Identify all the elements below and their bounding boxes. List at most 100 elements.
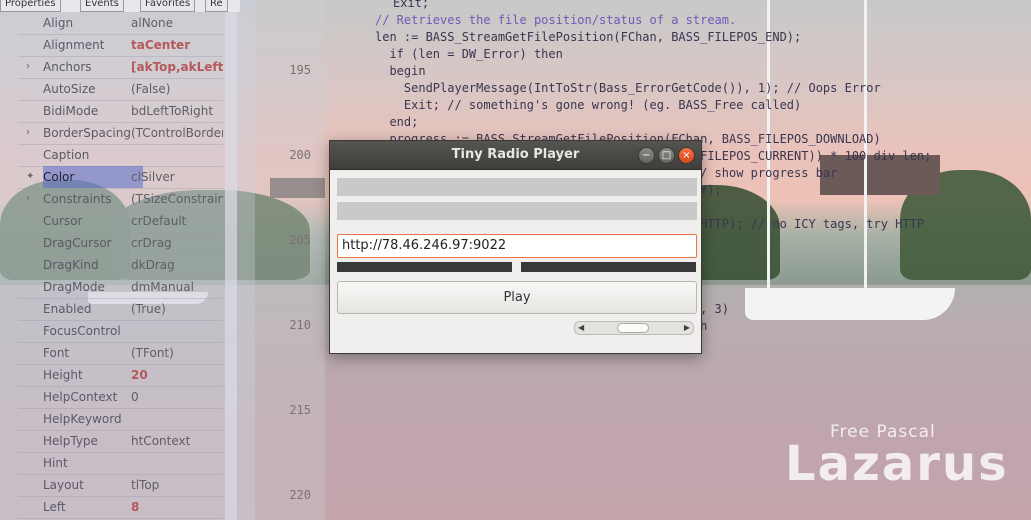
maximize-button[interactable]: □ [658,147,675,164]
property-row[interactable]: HelpContext 0 [18,386,223,409]
inspector-scrollbar[interactable] [225,12,237,520]
property-row[interactable]: Height 20 [18,364,223,387]
scroll-thumb[interactable] [617,323,649,333]
status-bar-left [337,262,512,272]
property-name: HelpContext [43,390,118,404]
stream-url-input[interactable]: http://78.46.246.97:9022 [337,234,697,258]
property-value[interactable]: (True) [131,298,223,320]
scroll-left-icon[interactable]: ◀ [578,322,584,334]
property-row[interactable]: Left 8 [18,496,223,519]
property-name: BidiMode [43,104,99,118]
expand-icon[interactable]: › [26,188,30,210]
tab-restricted[interactable]: Re [205,0,228,12]
property-name: HelpType [43,434,98,448]
maximize-icon: □ [661,150,672,161]
scroll-right-icon[interactable]: ▶ [684,322,690,334]
lazarus-logo-text: Lazarus [785,436,1009,492]
code-line: // Retrieves the file position/status of… [375,13,737,27]
tab-favorites[interactable]: Favorites [140,0,196,12]
property-name: Align [43,16,74,30]
code-line: SendPlayerMessage(IntToStr(Bass_ErrorGet… [375,81,881,95]
line-number: 215 [289,403,311,417]
property-row[interactable]: Align alNone [18,12,223,35]
close-button[interactable]: × [678,147,695,164]
property-value[interactable]: (TControlBorder [131,122,223,144]
volume-scrollbar[interactable]: ◀ ▶ [574,321,694,335]
property-value[interactable]: dmManual [131,276,223,298]
property-row[interactable]: Font (TFont) [18,342,223,365]
inspector-tabs: Properties Events Favorites Re [0,0,240,12]
property-value[interactable]: alNone [131,12,223,34]
line-number: 205 [289,233,311,247]
property-value[interactable]: 8 [131,496,223,518]
code-line: Exit; // something's gone wrong! (eg. BA… [375,98,802,112]
tab-events[interactable]: Events [80,0,124,12]
property-name: DragKind [43,258,99,272]
code-line: Exit; [393,0,430,10]
property-value[interactable]: (TSizeConstraint [131,188,223,210]
property-row[interactable]: DragKind dkDrag [18,254,223,277]
minimize-button[interactable]: − [638,147,655,164]
station-name-label [337,178,697,196]
property-value[interactable]: (TFont) [131,342,223,364]
property-row[interactable]: ✦ Color clSilver [18,166,223,189]
line-number: 220 [289,488,311,502]
window-titlebar[interactable]: Tiny Radio Player − □ × [330,141,701,170]
property-value[interactable]: [akTop,akLeft,al [131,56,223,78]
expand-icon[interactable]: › [26,56,30,78]
property-name: BorderSpacing [43,126,131,140]
property-row[interactable]: DragMode dmManual [18,276,223,299]
property-row[interactable]: AutoSize (False) [18,78,223,101]
property-name: FocusControl [43,324,121,338]
property-name: Enabled [43,302,92,316]
property-name: Anchors [43,60,92,74]
property-value[interactable]: 0 [131,386,223,408]
property-value[interactable]: dkDrag [131,254,223,276]
line-number: 200 [289,148,311,162]
property-value[interactable]: bdLeftToRight [131,100,223,122]
property-value[interactable]: 20 [131,364,223,386]
property-row[interactable]: › BorderSpacing (TControlBorder [18,122,223,145]
play-button[interactable]: Play [337,281,697,314]
property-value[interactable]: tlTop [131,474,223,496]
property-row[interactable]: Cursor crDefault [18,210,223,233]
property-name: DragCursor [43,236,112,250]
property-value[interactable]: clSilver [131,166,223,188]
property-row[interactable]: DragCursor crDrag [18,232,223,255]
property-row[interactable]: HelpType htContext [18,430,223,453]
line-number-gutter: 195 200 205 210 215 220 [255,0,325,520]
code-line: if (len = DW_Error) then [375,47,563,61]
property-row[interactable]: HelpKeyword [18,408,223,431]
property-name: Left [43,500,66,514]
tab-properties[interactable]: Properties [0,0,61,12]
property-name: Font [43,346,70,360]
property-row[interactable]: Enabled (True) [18,298,223,321]
property-name: Caption [43,148,90,162]
expand-icon[interactable]: ✦ [26,166,34,188]
property-row[interactable]: Caption [18,144,223,167]
property-name: Constraints [43,192,112,206]
property-row[interactable]: Layout tlTop [18,474,223,497]
property-row[interactable]: FocusControl [18,320,223,343]
property-value[interactable]: crDefault [131,210,223,232]
property-name: Alignment [43,38,105,52]
code-line: begin [375,64,426,78]
status-bar-right [521,262,696,272]
radio-player-window: Tiny Radio Player − □ × http://78.46.246… [329,140,702,354]
property-row[interactable]: Hint [18,452,223,475]
property-value[interactable]: htContext [131,430,223,452]
property-row[interactable]: Alignment taCenter [18,34,223,57]
code-line: end; [375,115,419,129]
property-row[interactable]: BidiMode bdLeftToRight [18,100,223,123]
minimize-icon: − [642,150,651,161]
property-value[interactable]: crDrag [131,232,223,254]
property-value[interactable]: (False) [131,78,223,100]
property-name: Layout [43,478,84,492]
line-number: 195 [289,63,311,77]
property-row[interactable]: › Constraints (TSizeConstraint [18,188,223,211]
property-row[interactable]: › Anchors [akTop,akLeft,al [18,56,223,79]
property-name: Cursor [43,214,83,228]
property-value[interactable]: taCenter [131,34,223,56]
expand-icon[interactable]: › [26,122,30,144]
property-name: AutoSize [43,82,96,96]
